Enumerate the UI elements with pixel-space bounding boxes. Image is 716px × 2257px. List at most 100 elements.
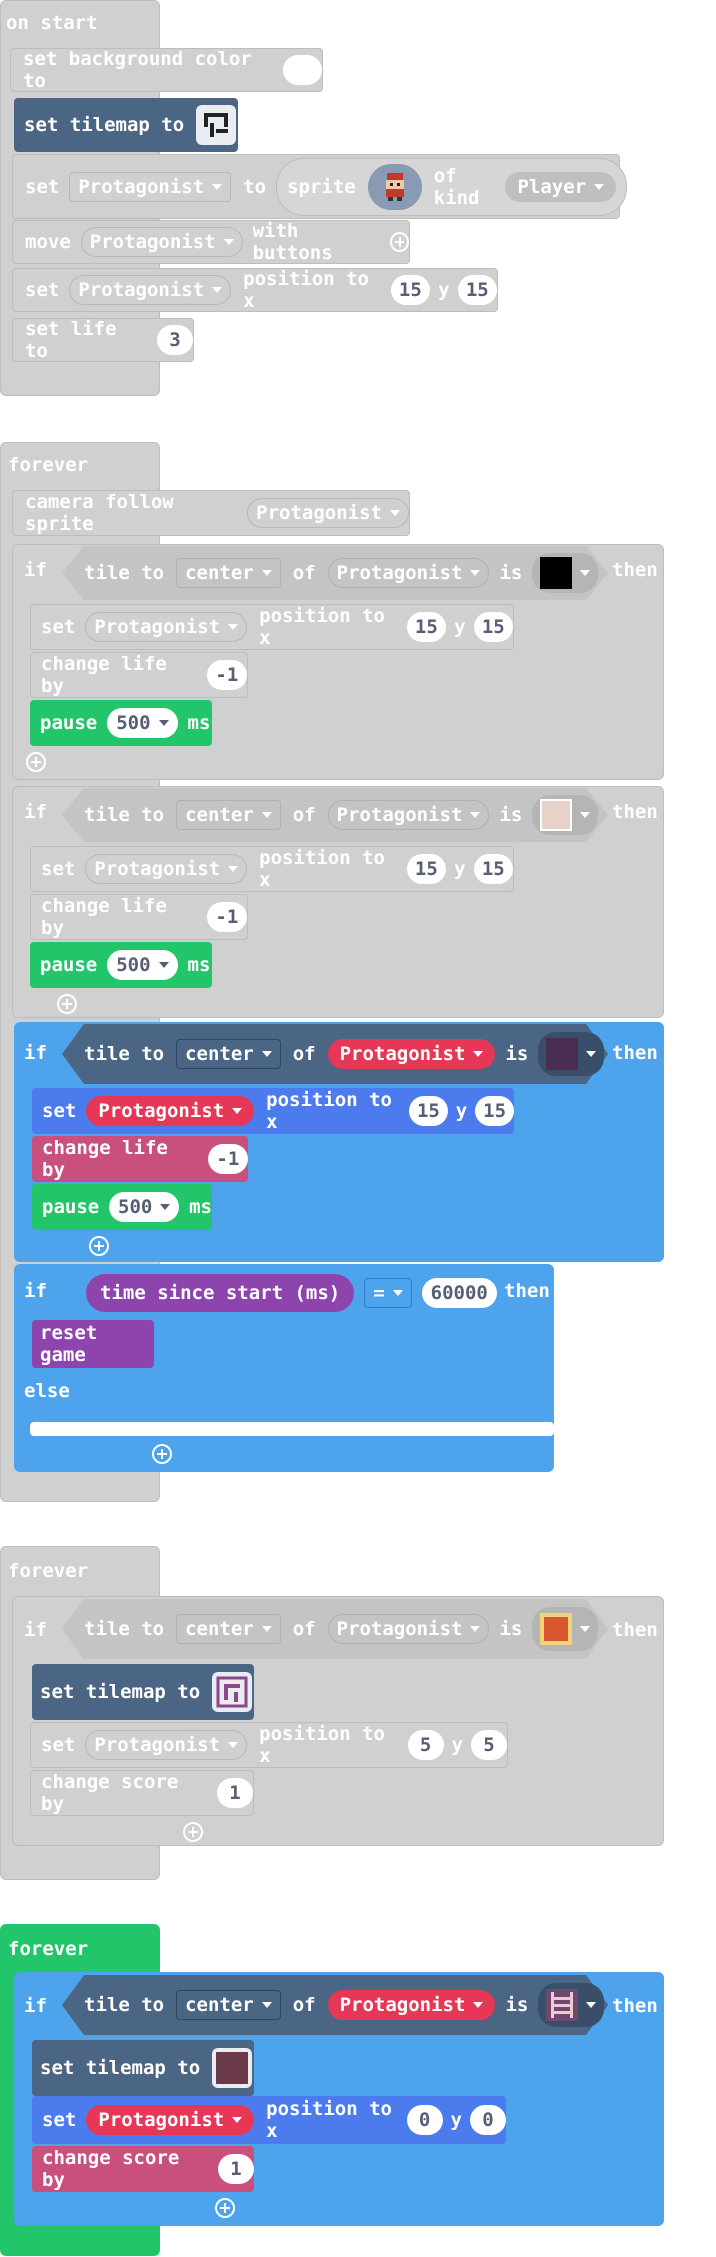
pause-duration-dropdown[interactable]: 500 (107, 708, 178, 738)
y-label: y (454, 616, 466, 638)
life-value-input[interactable]: 3 (157, 325, 193, 355)
tile-location-dropdown[interactable]: center (176, 1614, 281, 1644)
caret-down-icon (580, 570, 591, 576)
sprite-variable-dropdown[interactable]: Protagonist (327, 1039, 496, 1069)
of-label: of (292, 1618, 316, 1640)
sprite-create-reporter[interactable]: sprite of kind Player (276, 157, 628, 216)
time-since-start-label: time since start (ms) (100, 1282, 341, 1304)
change-life-block[interactable]: change life by -1 (30, 652, 248, 698)
plus-circle-icon[interactable] (214, 2198, 235, 2218)
sprite-variable-dropdown[interactable]: Protagonist (86, 1096, 255, 1126)
tile-location-dropdown[interactable]: center (176, 558, 281, 588)
y-value-input[interactable]: 15 (475, 1096, 514, 1126)
x-value-input[interactable]: 15 (409, 1096, 448, 1126)
plus-circle-icon[interactable] (88, 1236, 109, 1256)
set-background-color-block[interactable]: set background color to (10, 48, 323, 92)
set-sprite-block[interactable]: set Protagonist to sprite of kind Player (12, 154, 628, 219)
tilemap-thumbnail[interactable] (212, 2048, 253, 2088)
tile-location-dropdown[interactable]: center (176, 1039, 281, 1069)
x-value-input[interactable]: 5 (407, 1730, 444, 1760)
protagonist-sprite-icon (385, 172, 404, 201)
set-position-block[interactable]: set Protagonist position to x 5 y 5 (30, 1722, 508, 1768)
sprite-variable-dropdown[interactable]: Protagonist (80, 227, 243, 257)
sprite-variable-label: Protagonist (256, 502, 382, 524)
comparison-operator-dropdown[interactable]: = (364, 1278, 412, 1308)
tilemap-thumbnail[interactable] (212, 1672, 253, 1712)
set-tilemap-block[interactable]: set tilemap to (32, 1664, 254, 1720)
sprite-variable-dropdown[interactable]: Protagonist (247, 498, 409, 528)
set-position-block[interactable]: set Protagonist position to x 15 y 15 (12, 268, 498, 312)
x-value-input[interactable]: 15 (406, 612, 447, 642)
life-delta-input[interactable]: -1 (206, 660, 247, 690)
camera-follow-block[interactable]: camera follow sprite Protagonist (12, 490, 410, 536)
tile-image-dropdown[interactable] (532, 795, 599, 835)
center-label: center (185, 562, 254, 584)
y-value-input[interactable]: 15 (457, 275, 498, 305)
pause-duration-dropdown[interactable]: 500 (109, 1192, 180, 1222)
sprite-variable-dropdown[interactable]: Protagonist (327, 558, 490, 588)
caret-down-icon (580, 812, 591, 818)
caret-down-icon (392, 1290, 403, 1296)
plus-circle-icon[interactable] (151, 1444, 172, 1464)
x-value-input[interactable]: 15 (390, 275, 431, 305)
set-position-block[interactable]: set Protagonist position to x 15 y 15 (30, 846, 514, 892)
tile-location-dropdown[interactable]: center (176, 1990, 281, 2020)
sprite-variable-dropdown[interactable]: Protagonist (85, 1730, 248, 1760)
sprite-variable-dropdown[interactable]: Protagonist (85, 612, 248, 642)
set-tilemap-block[interactable]: set tilemap to (32, 2040, 254, 2096)
sprite-variable-dropdown[interactable]: Protagonist (69, 275, 232, 305)
sprite-variable-dropdown[interactable]: Protagonist (86, 2105, 255, 2135)
kind-dropdown[interactable]: Player (505, 171, 617, 202)
set-tilemap-block[interactable]: set tilemap to (14, 98, 238, 152)
life-delta-input[interactable]: -1 (207, 1144, 248, 1174)
x-value-input[interactable]: 15 (406, 854, 447, 884)
minus-circle-icon[interactable] (618, 1381, 639, 1401)
sprite-variable-dropdown[interactable]: Protagonist (85, 854, 248, 884)
x-value-input[interactable]: 0 (406, 2105, 443, 2135)
change-life-label: change life by (41, 895, 167, 939)
move-with-buttons-block[interactable]: move Protagonist with buttons (12, 220, 410, 264)
y-value-input[interactable]: 15 (473, 854, 514, 884)
pause-duration-dropdown[interactable]: 500 (107, 950, 178, 980)
ms-label: ms (187, 712, 211, 734)
sprite-variable-dropdown[interactable]: Protagonist (327, 1614, 490, 1644)
background-color-swatch[interactable] (282, 55, 322, 85)
y-value-input[interactable]: 5 (471, 1730, 507, 1760)
change-life-block[interactable]: change life by -1 (30, 894, 248, 940)
tile-image-dropdown[interactable] (532, 1607, 599, 1651)
set-life-block[interactable]: set life to 3 (12, 318, 194, 362)
plus-circle-icon[interactable] (390, 232, 409, 252)
tile-image-dropdown[interactable] (538, 1983, 605, 2027)
change-score-block[interactable]: change score by 1 (30, 1770, 254, 1816)
set-position-block[interactable]: set Protagonist position to x 0 y 0 (32, 2096, 506, 2144)
tilemap-thumbnail[interactable] (196, 105, 237, 145)
if-label: if (24, 1995, 47, 2017)
ms-label: ms (187, 954, 211, 976)
plus-circle-icon[interactable] (26, 752, 46, 772)
y-value-input[interactable]: 0 (470, 2105, 506, 2135)
tile-image-dropdown[interactable] (538, 1032, 605, 1076)
y-value-input[interactable]: 15 (473, 612, 514, 642)
change-score-block[interactable]: change score by 1 (32, 2146, 254, 2192)
time-since-start-reporter[interactable]: time since start (ms) (86, 1274, 355, 1312)
pause-block[interactable]: pause 500 ms (30, 700, 212, 746)
life-delta-input[interactable]: -1 (206, 902, 247, 932)
set-position-block[interactable]: set Protagonist position to x 15 y 15 (32, 1088, 514, 1134)
set-position-block[interactable]: set Protagonist position to x 15 y 15 (30, 604, 514, 650)
score-delta-input[interactable]: 1 (218, 2154, 254, 2184)
sprite-variable-dropdown[interactable]: Protagonist (327, 800, 490, 830)
time-value-input[interactable]: 60000 (421, 1278, 497, 1308)
caret-down-icon (223, 239, 234, 245)
pause-block[interactable]: pause 500 ms (32, 1184, 212, 1230)
pause-block[interactable]: pause 500 ms (30, 942, 212, 988)
sprite-variable-dropdown[interactable]: Protagonist (69, 171, 232, 202)
sprite-variable-dropdown[interactable]: Protagonist (327, 1990, 496, 2020)
score-delta-input[interactable]: 1 (217, 1778, 253, 1808)
sprite-variable-label: Protagonist (336, 562, 463, 584)
chest-tile-icon (540, 1613, 573, 1645)
tile-location-dropdown[interactable]: center (176, 800, 281, 830)
tile-image-dropdown[interactable] (532, 553, 599, 593)
change-life-block[interactable]: change life by -1 (32, 1136, 248, 1182)
sprite-image-picker[interactable] (367, 163, 422, 210)
reset-game-block[interactable]: reset game (32, 1320, 154, 1368)
